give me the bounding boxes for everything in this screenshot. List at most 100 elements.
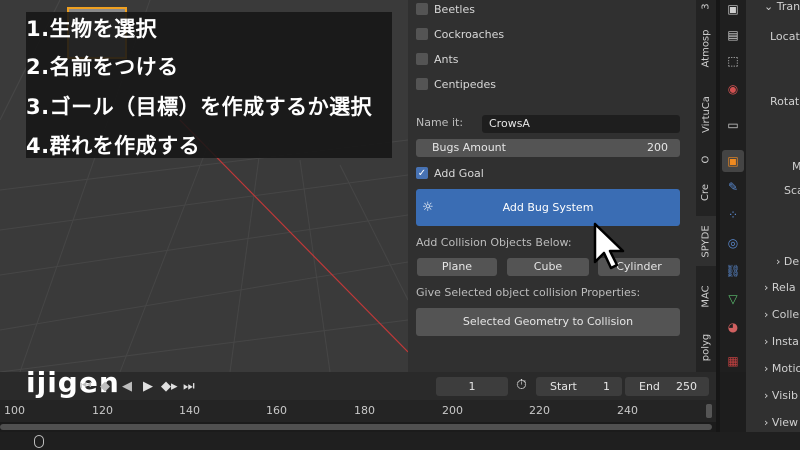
motion-paths-header[interactable]: › Motio bbox=[764, 362, 800, 375]
texture-icon[interactable]: ▦ bbox=[726, 354, 740, 368]
checkbox-beetles[interactable]: Beetles bbox=[416, 0, 475, 18]
properties-panel bbox=[746, 0, 800, 450]
name-label: Name it: bbox=[416, 116, 464, 129]
step-4-text: 4.群れを作成する bbox=[26, 134, 201, 158]
stopwatch-icon[interactable]: ⏱ bbox=[516, 377, 527, 393]
name-input[interactable]: CrowsA bbox=[482, 115, 680, 133]
button-label: Add Bug System bbox=[502, 201, 594, 214]
checkbox-ants[interactable]: Ants bbox=[416, 50, 459, 68]
transform-header[interactable]: ⌄ Tran bbox=[764, 0, 800, 13]
delta-label: De bbox=[783, 255, 800, 268]
checkbox-box[interactable] bbox=[416, 28, 428, 40]
timeline-scrollbar[interactable] bbox=[0, 422, 716, 432]
object-icon[interactable]: ▣ bbox=[722, 150, 744, 172]
step-1-text: 1.生物を選択 bbox=[26, 17, 158, 41]
ruler-tick: 120 bbox=[92, 404, 113, 417]
tab-atmosp[interactable]: Atmosp bbox=[696, 20, 716, 76]
collections-header[interactable]: › Colle bbox=[764, 308, 799, 321]
checkbox-label: Centipedes bbox=[434, 77, 497, 91]
jump-key-back-icon[interactable]: ◆ bbox=[100, 379, 110, 394]
tab-label: VirtuCa bbox=[700, 95, 712, 133]
tab-label: SPYDE bbox=[700, 224, 712, 258]
checkbox-centipedes[interactable]: Centipedes bbox=[416, 75, 496, 93]
visibility-header[interactable]: › Visib bbox=[764, 389, 798, 402]
tab-label: 3 bbox=[700, 2, 712, 10]
checkbox-add-goal[interactable]: ✓ Add Goal bbox=[416, 164, 484, 182]
add-bug-system-button[interactable]: ☼ Add Bug System bbox=[416, 189, 680, 226]
jump-start-icon[interactable]: ⏮ bbox=[80, 379, 92, 394]
tab-virtuca[interactable]: VirtuCa bbox=[696, 86, 716, 142]
3d-viewport[interactable]: 1.生物を選択 2.名前をつける 3.ゴール（目標）を作成するか選択 4.群れを… bbox=[0, 0, 408, 372]
plane-button[interactable]: Plane bbox=[417, 258, 497, 276]
ruler-tick: 180 bbox=[354, 404, 375, 417]
material-icon[interactable]: ◕ bbox=[726, 320, 740, 334]
tab-label: MAC bbox=[700, 284, 712, 308]
delta-header[interactable]: › De bbox=[776, 255, 799, 268]
checkbox-cockroaches[interactable]: Cockroaches bbox=[416, 25, 504, 43]
checkbox-box[interactable] bbox=[416, 78, 428, 90]
particles-icon[interactable]: ⁘ bbox=[726, 208, 740, 222]
give-collision-label: Give Selected object collision Propertie… bbox=[416, 286, 641, 299]
blender-window: 1.生物を選択 2.名前をつける 3.ゴール（目標）を作成するか選択 4.群れを… bbox=[0, 0, 800, 450]
tab-spyde[interactable]: SPYDE bbox=[696, 216, 716, 266]
tab-label: Cre bbox=[700, 183, 712, 201]
output-icon[interactable]: ⬚ bbox=[726, 54, 740, 68]
constraints-icon[interactable]: ⛓ bbox=[725, 264, 740, 278]
current-frame-field[interactable]: 1 bbox=[436, 377, 508, 396]
slider-value: 200 bbox=[647, 141, 668, 154]
tab-cre[interactable]: Cre bbox=[696, 176, 716, 208]
instancing-label: Insta bbox=[771, 335, 799, 348]
end-label: End bbox=[639, 380, 660, 393]
tab-3[interactable]: 3 bbox=[696, 0, 716, 12]
tab-polyg[interactable]: polyg bbox=[696, 326, 716, 368]
transform-label: Tran bbox=[776, 0, 800, 13]
checkbox-box[interactable]: ✓ bbox=[416, 167, 428, 179]
render-icon[interactable]: ▤ bbox=[726, 28, 740, 42]
tab-label: polyg bbox=[700, 333, 712, 361]
tool-icon[interactable]: ▣ bbox=[726, 2, 740, 16]
selected-geometry-to-collision-button[interactable]: Selected Geometry to Collision bbox=[416, 308, 680, 336]
checkbox-box[interactable] bbox=[416, 3, 428, 15]
tab-o[interactable]: O bbox=[696, 150, 716, 168]
visibility-label: Visib bbox=[771, 389, 799, 402]
start-frame-field[interactable]: Start 1 bbox=[536, 377, 622, 396]
tab-label: O bbox=[700, 155, 712, 163]
collection-icon[interactable]: ▭ bbox=[726, 118, 740, 132]
checkbox-label: Cockroaches bbox=[434, 27, 505, 41]
ruler-tick: 160 bbox=[266, 404, 287, 417]
checkbox-label: Add Goal bbox=[434, 166, 484, 180]
modifier-wrench-icon[interactable]: ✎ bbox=[726, 180, 740, 194]
jump-key-forward-icon[interactable]: ◆▸ bbox=[161, 379, 178, 394]
scrollbar-thumb[interactable] bbox=[0, 424, 712, 430]
checkbox-box[interactable] bbox=[416, 53, 428, 65]
relations-label: Rela bbox=[771, 281, 796, 294]
tab-mac[interactable]: MAC bbox=[696, 274, 716, 318]
ruler-scroll-handle[interactable] bbox=[706, 404, 712, 418]
viewport-display-label: View bbox=[771, 416, 799, 429]
play-icon[interactable]: ▶ bbox=[143, 379, 153, 394]
ruler-tick: 140 bbox=[179, 404, 200, 417]
checkbox-label: Beetles bbox=[434, 2, 475, 16]
start-value: 1 bbox=[603, 380, 610, 393]
mode-label: M bbox=[792, 160, 800, 173]
scale-label: Sca bbox=[784, 184, 800, 197]
ruler-tick: 220 bbox=[529, 404, 550, 417]
start-label: Start bbox=[550, 380, 577, 393]
viewport-display-header[interactable]: › View bbox=[764, 416, 798, 429]
world-icon[interactable]: ◉ bbox=[726, 82, 740, 96]
cube-button[interactable]: Cube bbox=[507, 258, 589, 276]
end-frame-field[interactable]: End 250 bbox=[625, 377, 709, 396]
bugs-amount-slider[interactable]: Bugs Amount 200 bbox=[416, 139, 680, 157]
collision-label: Add Collision Objects Below: bbox=[416, 236, 572, 249]
tab-label: Atmosp bbox=[700, 28, 712, 68]
motion-paths-label: Motio bbox=[771, 362, 800, 375]
data-mesh-icon[interactable]: ▽ bbox=[726, 292, 740, 306]
jump-end-icon[interactable]: ⏭ bbox=[183, 379, 195, 394]
mouse-cursor-icon bbox=[593, 222, 625, 270]
physics-icon[interactable]: ◎ bbox=[726, 236, 740, 250]
relations-header[interactable]: › Rela bbox=[764, 281, 796, 294]
checkbox-label: Ants bbox=[434, 52, 459, 66]
play-reverse-icon[interactable]: ◀ bbox=[122, 379, 132, 394]
instancing-header[interactable]: › Insta bbox=[764, 335, 799, 348]
ruler-tick: 200 bbox=[442, 404, 463, 417]
